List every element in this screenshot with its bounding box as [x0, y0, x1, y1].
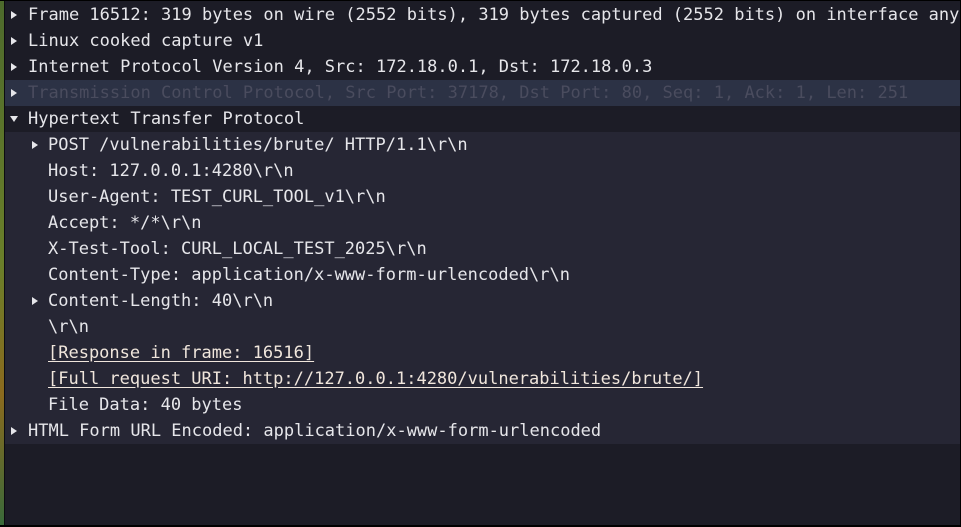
expand-triangle-right-icon[interactable] [29, 132, 41, 158]
packet-details-pane: Frame 16512: 319 bytes on wire (2552 bit… [0, 0, 961, 527]
tree-item-http-content-length[interactable]: Content-Length: 40\r\n [5, 288, 960, 314]
expand-triangle-right-icon[interactable] [8, 54, 20, 80]
tree-item-label: HTML Form URL Encoded: application/x-www… [28, 421, 602, 441]
tree-item-label: File Data: 40 bytes [48, 395, 243, 415]
expand-triangle-right-icon[interactable] [29, 288, 41, 314]
tree-item-http-request-line[interactable]: POST /vulnerabilities/brute/ HTTP/1.1\r\… [5, 132, 960, 158]
tree-item-label: X-Test-Tool: CURL_LOCAL_TEST_2025\r\n [48, 239, 427, 259]
tree-item-http-accept[interactable]: Accept: */*\r\n [5, 210, 960, 236]
collapse-triangle-down-icon[interactable] [8, 106, 20, 132]
tree-item-http[interactable]: Hypertext Transfer Protocol [5, 106, 960, 132]
tree-item-http-response-in[interactable]: [Response in frame: 16516] [5, 340, 960, 366]
tree-item-http-full-uri[interactable]: [Full request URI: http://127.0.0.1:4280… [5, 366, 960, 392]
tree-item-label: Accept: */*\r\n [48, 213, 202, 233]
full-request-uri-link[interactable]: [Full request URI: http://127.0.0.1:4280… [48, 366, 703, 392]
tree-item-http-crlf[interactable]: \r\n [5, 314, 960, 340]
expand-triangle-right-icon[interactable] [8, 80, 20, 106]
tree-item-label: User-Agent: TEST_CURL_TOOL_v1\r\n [48, 187, 386, 207]
tree-item-frame[interactable]: Frame 16512: 319 bytes on wire (2552 bit… [5, 2, 960, 28]
tree-item-html-form[interactable]: HTML Form URL Encoded: application/x-www… [5, 418, 960, 444]
expand-triangle-right-icon[interactable] [8, 2, 20, 28]
tree-item-label: POST /vulnerabilities/brute/ HTTP/1.1\r\… [48, 135, 468, 155]
tree-item-http-x-test-tool[interactable]: X-Test-Tool: CURL_LOCAL_TEST_2025\r\n [5, 236, 960, 262]
tree-item-linux-cooked[interactable]: Linux cooked capture v1 [5, 28, 960, 54]
expand-triangle-right-icon[interactable] [8, 28, 20, 54]
protocol-tree: Frame 16512: 319 bytes on wire (2552 bit… [5, 2, 960, 444]
tree-item-tcp[interactable]: Transmission Control Protocol, Src Port:… [5, 80, 960, 106]
tree-item-label: Host: 127.0.0.1:4280\r\n [48, 161, 294, 181]
tree-item-http-file-data[interactable]: File Data: 40 bytes [5, 392, 960, 418]
tree-item-label: Internet Protocol Version 4, Src: 172.18… [28, 57, 653, 77]
tree-item-label: Content-Length: 40\r\n [48, 291, 274, 311]
tree-item-http-user-agent[interactable]: User-Agent: TEST_CURL_TOOL_v1\r\n [5, 184, 960, 210]
tree-item-label: Transmission Control Protocol, Src Port:… [28, 83, 909, 103]
tree-item-http-content-type[interactable]: Content-Type: application/x-www-form-url… [5, 262, 960, 288]
tree-item-label: Linux cooked capture v1 [28, 31, 264, 51]
tree-item-ipv4[interactable]: Internet Protocol Version 4, Src: 172.18… [5, 54, 960, 80]
tree-item-label: Hypertext Transfer Protocol [28, 109, 305, 129]
response-in-frame-link[interactable]: [Response in frame: 16516] [48, 340, 314, 366]
tree-item-label: \r\n [48, 317, 89, 337]
tree-item-label: Frame 16512: 319 bytes on wire (2552 bit… [28, 5, 960, 25]
tree-item-http-host[interactable]: Host: 127.0.0.1:4280\r\n [5, 158, 960, 184]
tree-item-label: Content-Type: application/x-www-form-url… [48, 265, 570, 285]
expand-triangle-right-icon[interactable] [8, 418, 20, 444]
